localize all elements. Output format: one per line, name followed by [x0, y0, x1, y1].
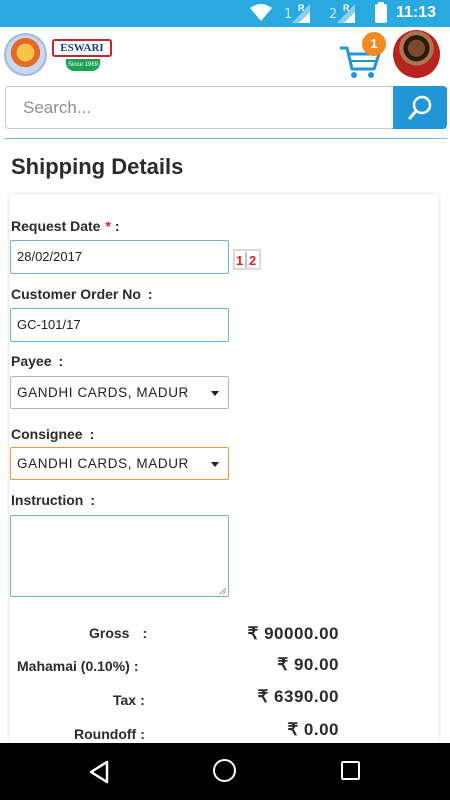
system-nav-bar	[0, 743, 450, 800]
consignee-select[interactable]: GANDHI CARDS, MADUR	[10, 447, 229, 480]
recent-apps-icon[interactable]	[341, 761, 360, 780]
roundoff-label: Roundoff:	[74, 726, 145, 742]
payee-label: Payee:	[11, 353, 64, 369]
svg-text:2: 2	[249, 253, 256, 268]
home-icon[interactable]	[213, 759, 236, 782]
status-bar: 1 R 2 R 11:13	[0, 0, 450, 27]
clock: 11:13	[396, 4, 437, 21]
chevron-down-icon	[211, 462, 219, 467]
tax-value: ₹ 6390.00	[257, 687, 339, 706]
instruction-label: Instruction:	[11, 492, 96, 508]
back-icon[interactable]	[88, 760, 110, 784]
signal-sim2-icon: 2 R	[329, 3, 355, 23]
search-bar	[5, 86, 447, 129]
request-date-field[interactable]: 28/02/2017	[10, 240, 229, 274]
customer-order-no-field[interactable]: GC-101/17	[10, 308, 229, 342]
request-date-label: Request Date * :	[11, 218, 120, 234]
search-input[interactable]	[6, 87, 393, 128]
calendar-icon[interactable]: 1 2	[233, 248, 261, 270]
mahamai-label: Mahamai (0.10%):	[17, 658, 139, 674]
payee-value: GANDHI CARDS, MADUR	[17, 385, 189, 400]
consignee-label: Consignee:	[11, 426, 95, 442]
wifi-icon	[250, 4, 272, 21]
page-title: Shipping Details	[11, 154, 184, 179]
battery-icon	[375, 2, 387, 23]
customer-order-no-label: Customer Order No:	[11, 286, 153, 302]
svg-text:1: 1	[236, 253, 243, 268]
eswari-logo[interactable]: ESWARI Since 1969	[52, 39, 114, 77]
roundoff-value: ₹ 0.00	[287, 720, 339, 739]
instruction-textarea[interactable]	[10, 515, 229, 597]
app-header: ESWARI Since 1969 1	[0, 27, 450, 83]
eswari-logo-text: ESWARI	[52, 39, 112, 57]
signal-sim1-icon: 1 R	[284, 3, 310, 23]
search-button[interactable]	[393, 86, 447, 129]
cart-count-badge[interactable]: 1	[362, 32, 386, 56]
tax-label: Tax:	[113, 692, 145, 708]
search-icon	[408, 95, 432, 120]
resize-grip-icon[interactable]	[219, 587, 226, 594]
consignee-value: GANDHI CARDS, MADUR	[17, 456, 189, 471]
header-divider	[5, 138, 447, 139]
goddess-logo-icon[interactable]	[4, 33, 47, 76]
required-marker: *	[105, 218, 111, 234]
gross-value: ₹ 90000.00	[247, 624, 339, 643]
chevron-down-icon	[211, 391, 219, 396]
user-avatar[interactable]	[393, 30, 440, 78]
gross-label: Gross:	[89, 625, 148, 641]
mahamai-value: ₹ 90.00	[277, 655, 339, 674]
payee-select[interactable]: GANDHI CARDS, MADUR	[10, 376, 229, 409]
eswari-logo-sub: Since 1969	[66, 59, 100, 71]
